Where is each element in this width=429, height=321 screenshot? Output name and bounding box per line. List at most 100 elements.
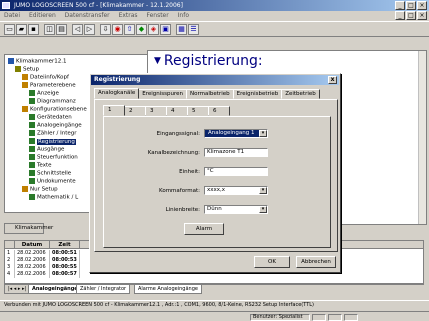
grid-header-index[interactable] bbox=[5, 241, 15, 249]
page-icon bbox=[29, 194, 35, 200]
upload-icon[interactable]: ⇧ bbox=[124, 24, 135, 35]
menu-editieren[interactable]: Editieren bbox=[29, 12, 56, 19]
chevron-down-icon[interactable]: ▾ bbox=[259, 206, 267, 213]
kommaformat-select[interactable]: xxxx,x ▾ bbox=[204, 186, 268, 195]
menu-datentransfer[interactable]: Datenstransfer bbox=[65, 12, 110, 19]
list-view-icon[interactable]: ☰ bbox=[188, 24, 199, 35]
tree-item[interactable]: Parameterebene bbox=[22, 82, 76, 89]
linienbreite-select[interactable]: Dünn ▾ bbox=[204, 205, 268, 214]
mdi-close-button[interactable]: × bbox=[417, 11, 427, 20]
folder-icon bbox=[15, 66, 21, 72]
eingangssignal-select[interactable]: Analogeingang 1 ▾ bbox=[204, 129, 268, 138]
sheet-nav-buttons[interactable]: |◂ ◂ ▸ ▸| bbox=[4, 285, 31, 294]
grid-header-time[interactable]: Zeit bbox=[50, 241, 80, 249]
dialog-tabs: Analogkanäle Ereignisspuren Normalbetrie… bbox=[94, 88, 320, 99]
user-status: Benutzer: Spezialist bbox=[250, 314, 310, 321]
tree-item[interactable]: Gerätedaten bbox=[29, 114, 72, 121]
tree-item[interactable]: Analogeingänge bbox=[29, 122, 82, 129]
device-icon[interactable]: ▣ bbox=[160, 24, 171, 35]
tree-item-label: Gerätedaten bbox=[37, 114, 72, 121]
tab-analogkanaele[interactable]: Analogkanäle bbox=[94, 88, 140, 99]
tree-item[interactable]: Anzeige bbox=[29, 90, 59, 97]
tree-item[interactable]: Nur Setup bbox=[22, 186, 58, 193]
window-icon[interactable]: ▦ bbox=[176, 24, 187, 35]
tree-item[interactable]: Setup bbox=[15, 66, 39, 73]
menu-fenster[interactable]: Fenster bbox=[146, 12, 168, 19]
grid-header-date[interactable]: Datum bbox=[15, 241, 50, 249]
sheet-tab-alarms[interactable]: Alarme Analogeingänge bbox=[134, 285, 202, 294]
tree-item-label: Steuerfunktion bbox=[37, 154, 78, 161]
new-file-icon[interactable]: ▭ bbox=[4, 24, 15, 35]
document-tab-label: Klimakammer bbox=[15, 225, 54, 231]
open-folder-icon[interactable]: ▰ bbox=[16, 24, 27, 35]
tree-item-label: Registrierung bbox=[37, 138, 76, 145]
channel-tab-3[interactable]: 3 bbox=[145, 106, 167, 116]
connect-icon[interactable]: ◆ bbox=[136, 24, 147, 35]
forward-icon[interactable]: ▷ bbox=[84, 24, 95, 35]
kommaformat-value: xxxx,x bbox=[207, 187, 226, 193]
print-icon[interactable]: ▤ bbox=[56, 24, 67, 35]
maximize-button[interactable]: □ bbox=[406, 1, 416, 10]
document-tab[interactable]: Klimakammer bbox=[4, 223, 53, 234]
einheit-label: Einheit: bbox=[179, 169, 200, 175]
tree-item[interactable]: Mathematik / L bbox=[29, 194, 78, 201]
sheet-tab-counter[interactable]: Zähler / Integrator bbox=[76, 285, 131, 294]
cancel-button[interactable]: Abbrechen bbox=[296, 256, 336, 268]
menu-info[interactable]: Info bbox=[178, 12, 189, 19]
tree-item[interactable]: Diagrammanz bbox=[29, 98, 76, 105]
page-icon bbox=[29, 114, 35, 120]
mdi-restore-button[interactable]: □ bbox=[406, 11, 416, 20]
channel-tab-1[interactable]: 1 bbox=[103, 105, 125, 116]
channel-tab-6[interactable]: 6 bbox=[208, 106, 230, 116]
save-icon[interactable]: ▪ bbox=[28, 24, 39, 35]
tab-ereignisspuren[interactable]: Ereignisspuren bbox=[138, 89, 187, 99]
menu-bar: Datei Editieren Datenstransfer Extras Fe… bbox=[0, 11, 429, 21]
tab-ereignisbetrieb[interactable]: Ereignisbetrieb bbox=[232, 89, 283, 99]
tab-normalbetrieb[interactable]: Normalbetrieb bbox=[186, 89, 234, 99]
tree-item[interactable]: Undokumente bbox=[29, 178, 76, 185]
kanalbezeichnung-input[interactable]: Klimazone T1 bbox=[204, 148, 268, 157]
tree-item[interactable]: Ausgänge bbox=[29, 146, 64, 153]
connection-status: Verbunden mit JUMO LOGOSCREEN 500 cf - K… bbox=[0, 300, 429, 309]
dialog-close-button[interactable]: x bbox=[328, 76, 337, 84]
tree-item[interactable]: Registrierung bbox=[29, 138, 76, 145]
tree-item[interactable]: Dateiinfo/Kopf bbox=[22, 74, 69, 81]
minimize-button[interactable]: _ bbox=[395, 1, 405, 10]
channel-tab-2[interactable]: 2 bbox=[124, 106, 146, 116]
mdi-minimize-button[interactable]: _ bbox=[395, 11, 405, 20]
channel-tab-5[interactable]: 5 bbox=[187, 106, 209, 116]
ok-button[interactable]: OK bbox=[254, 256, 290, 268]
download-icon[interactable]: ⇩ bbox=[100, 24, 111, 35]
sheet-tab-analog[interactable]: Analogeingänge bbox=[28, 285, 82, 294]
channel-tab-4[interactable]: 4 bbox=[166, 106, 188, 116]
content-scrollbar[interactable] bbox=[418, 51, 426, 224]
einheit-input[interactable]: °C bbox=[204, 167, 268, 176]
folder-icon bbox=[22, 82, 28, 88]
tree-item-label: Anzeige bbox=[37, 90, 59, 97]
tree-item[interactable]: Texte bbox=[29, 162, 52, 169]
tree-item[interactable]: Schnittstelle bbox=[29, 170, 71, 177]
page-icon bbox=[29, 146, 35, 152]
tree-item-label: Parameterebene bbox=[30, 82, 76, 89]
close-button[interactable]: × bbox=[417, 1, 427, 10]
tree-item[interactable]: Klimakammer12.1 bbox=[8, 58, 66, 65]
alarm-button[interactable]: Alarm bbox=[184, 223, 224, 235]
table-cell: 28.02.2006 bbox=[15, 264, 50, 271]
tree-item[interactable]: Konfigurationsebene bbox=[22, 106, 87, 113]
chevron-down-icon[interactable]: ▾ bbox=[259, 130, 267, 137]
sheet-tabs: |◂ ◂ ▸ ▸| Analogeingänge Zähler / Integr… bbox=[4, 284, 424, 294]
tab-zeitbetrieb[interactable]: Zeitbetrieb bbox=[281, 89, 320, 99]
back-icon[interactable]: ◁ bbox=[72, 24, 83, 35]
print-preview-icon[interactable]: ◫ bbox=[44, 24, 55, 35]
kanalbezeichnung-label: Kanalbezeichnung: bbox=[147, 150, 200, 156]
registrierung-dialog: Registrierung x Analogkanäle Ereignisspu… bbox=[89, 73, 341, 273]
menu-extras[interactable]: Extras bbox=[119, 12, 138, 19]
tree-item[interactable]: Steuerfunktion bbox=[29, 154, 78, 161]
menu-datei[interactable]: Datei bbox=[4, 12, 20, 19]
transfer-icon[interactable]: ◉ bbox=[112, 24, 123, 35]
disconnect-icon[interactable]: ◈ bbox=[148, 24, 159, 35]
section-heading: ▼ Registrierung: bbox=[154, 53, 263, 69]
tree-item[interactable]: Zähler / Integr bbox=[29, 130, 77, 137]
chevron-down-icon[interactable]: ▾ bbox=[259, 187, 267, 194]
page-icon bbox=[29, 130, 35, 136]
